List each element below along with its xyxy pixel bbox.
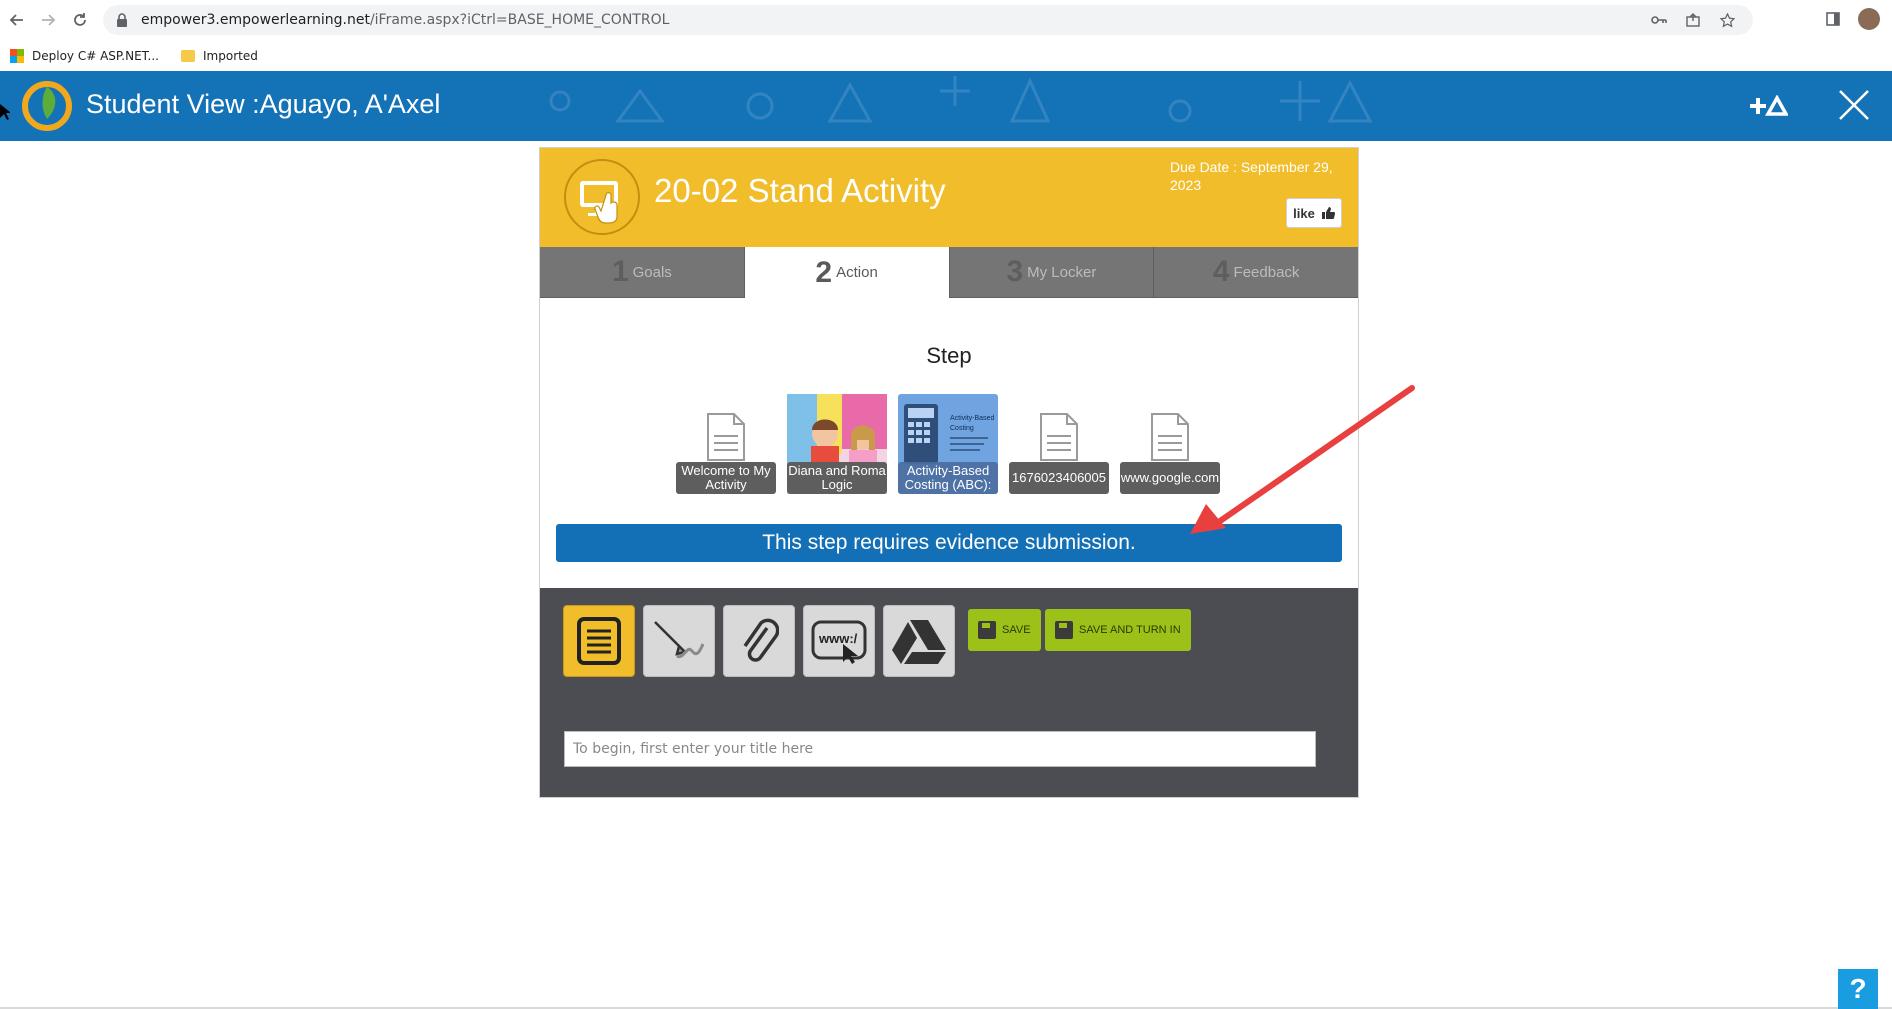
- tab-goals[interactable]: 1 Goals: [540, 247, 745, 298]
- evidence-title-input[interactable]: [564, 731, 1316, 767]
- microsoft-logo-icon: [10, 48, 24, 63]
- resource-file-1676023406005[interactable]: 1676023406005: [1009, 394, 1109, 494]
- save-and-turn-in-label: SAVE AND TURN IN: [1079, 624, 1181, 636]
- computer-touch-icon: [564, 159, 640, 235]
- draw-tool-button[interactable]: [643, 605, 715, 677]
- bookmark-label: Imported: [203, 48, 258, 63]
- tab-number: 3: [1006, 255, 1024, 288]
- pencil-draw-icon: [654, 621, 705, 659]
- thumb-text-line2: Costing: [950, 425, 974, 432]
- resource-welcome[interactable]: Welcome to My Activity: [676, 394, 776, 494]
- link-tool-button[interactable]: www:/: [803, 605, 875, 677]
- like-button[interactable]: like: [1286, 198, 1342, 228]
- attach-tool-button[interactable]: [723, 605, 795, 677]
- svg-text:www:/: www:/: [818, 631, 858, 646]
- thumb-text-line1: Activity-Based: [950, 415, 994, 422]
- resource-activity-based-costing[interactable]: Activity-Based Costing Activity-Based Co…: [898, 394, 998, 494]
- tab-number: 4: [1212, 255, 1230, 288]
- bookmark-star-icon[interactable]: [1719, 12, 1735, 28]
- save-and-turn-in-button[interactable]: SAVE AND TURN IN: [1045, 609, 1191, 651]
- tab-label: My Locker: [1027, 263, 1097, 281]
- floppy-disk-icon: [1055, 621, 1073, 639]
- resource-diana-roma[interactable]: Diana and Roma Logic: [787, 394, 887, 494]
- document-icon: [1040, 413, 1078, 461]
- bookmarks-bar: Deploy C# ASP.NET... Imported: [0, 40, 1892, 71]
- url-path: /iFrame.aspx?iCtrl=BASE_HOME_CONTROL: [369, 12, 670, 28]
- reload-icon[interactable]: [68, 8, 92, 32]
- floppy-disk-icon: [978, 621, 996, 639]
- lock-icon: [115, 13, 129, 27]
- google-drive-tool-button[interactable]: [883, 605, 955, 677]
- tab-my-locker[interactable]: 3 My Locker: [949, 247, 1155, 298]
- profile-avatar[interactable]: [1858, 8, 1880, 30]
- resource-caption: Activity-Based Costing (ABC):: [898, 462, 998, 494]
- side-panel-icon[interactable]: [1822, 8, 1844, 30]
- mouse-cursor-icon: [0, 104, 10, 120]
- page-title: Student View :Aguayo, A'Axel: [86, 89, 441, 119]
- forward-arrow-icon[interactable]: [36, 8, 60, 32]
- bookmark-label: Deploy C# ASP.NET...: [32, 48, 159, 63]
- save-button[interactable]: SAVE: [968, 609, 1041, 651]
- tab-label: Feedback: [1233, 263, 1300, 281]
- tab-number: 2: [815, 255, 833, 289]
- step-heading: Step: [926, 343, 972, 368]
- tab-action[interactable]: 2 Action: [744, 247, 950, 298]
- annotation-arrow: [1190, 385, 1415, 534]
- tab-label: Action: [836, 264, 878, 281]
- like-label: like: [1293, 205, 1315, 221]
- plus-delta-icon[interactable]: [1748, 93, 1789, 124]
- bookmark-folder-imported[interactable]: Imported: [181, 49, 258, 63]
- share-icon[interactable]: [1685, 12, 1701, 28]
- google-drive-icon: [892, 620, 946, 664]
- tab-feedback[interactable]: 4 Feedback: [1154, 247, 1358, 298]
- submission-panel: www:/ SAVE SAVE AND TURN IN: [540, 588, 1358, 797]
- activity-title: 20-02 Stand Activity: [654, 172, 946, 209]
- save-label: SAVE: [1002, 624, 1031, 636]
- due-date: Due Date : September 29, 2023: [1170, 159, 1333, 193]
- notes-tool-button[interactable]: [563, 605, 635, 677]
- thumbs-up-icon: [1321, 207, 1335, 219]
- tab-label: Goals: [632, 263, 672, 281]
- notes-icon: [577, 617, 621, 665]
- address-bar[interactable]: empower3.empowerlearning.net/iFrame.aspx…: [103, 5, 1753, 35]
- url-host: empower3.empowerlearning.net: [141, 12, 370, 28]
- bookmark-deploy[interactable]: Deploy C# ASP.NET...: [10, 48, 159, 63]
- app-header: Student View :Aguayo, A'Axel: [0, 71, 1892, 141]
- empower-logo-icon: [22, 81, 72, 131]
- resource-caption: 1676023406005: [1009, 462, 1109, 494]
- paperclip-icon: [743, 618, 779, 662]
- folder-icon: [181, 49, 195, 62]
- help-button[interactable]: ?: [1838, 969, 1878, 1009]
- tab-number: 1: [611, 255, 629, 288]
- url-text: empower3.empowerlearning.net/iFrame.aspx…: [141, 12, 669, 28]
- key-icon[interactable]: [1651, 12, 1667, 28]
- browser-toolbar: empower3.empowerlearning.net/iFrame.aspx…: [0, 0, 1892, 41]
- resource-caption: Diana and Roma Logic: [787, 462, 887, 494]
- activity-header: 20-02 Stand Activity Due Date : Septembe…: [540, 148, 1358, 247]
- close-icon[interactable]: [1834, 85, 1874, 125]
- back-arrow-icon[interactable]: [5, 8, 29, 32]
- www-link-icon: www:/: [811, 620, 867, 664]
- document-icon: [707, 413, 745, 461]
- activity-tabs: 1 Goals 2 Action 3 My Locker 4 Feedback: [540, 247, 1358, 298]
- resource-caption: Welcome to My Activity: [676, 462, 776, 494]
